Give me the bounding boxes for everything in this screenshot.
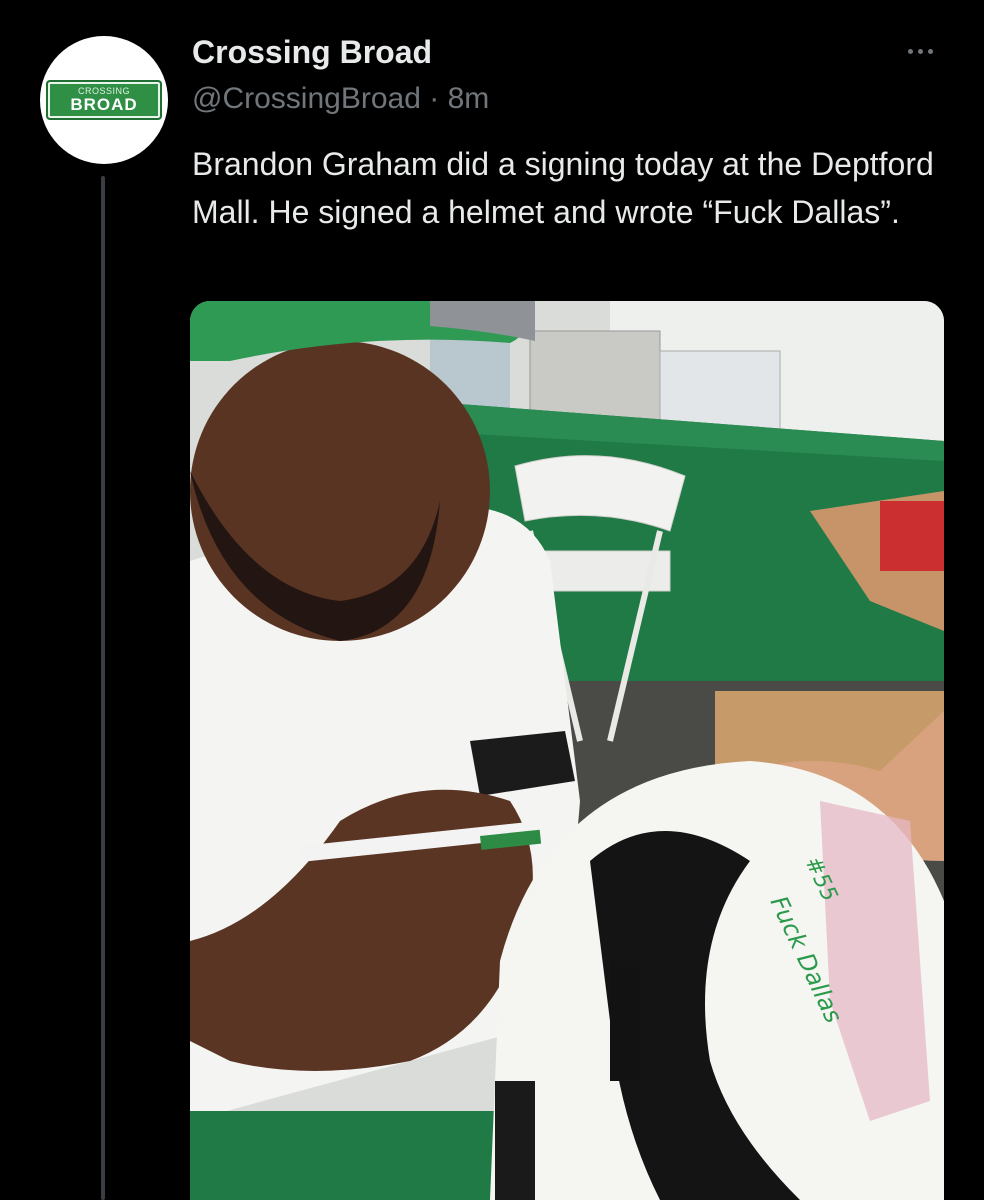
timestamp[interactable]: 8m — [448, 82, 490, 115]
crossing-broad-logo: CROSSING BROAD — [46, 80, 162, 120]
tweet-header: Crossing Broad — [192, 34, 432, 71]
display-name[interactable]: Crossing Broad — [192, 34, 432, 70]
more-horizontal-icon — [907, 48, 933, 54]
more-options-button[interactable] — [896, 36, 944, 66]
meta-separator: · — [429, 82, 440, 115]
tweet-photo[interactable]: Fuck Dallas #55 — [190, 301, 944, 1200]
logo-main-text: BROAD — [70, 95, 138, 114]
photo-illustration: Fuck Dallas #55 — [190, 301, 944, 1200]
handle[interactable]: @CrossingBroad — [192, 82, 421, 115]
avatar[interactable]: CROSSING BROAD — [40, 36, 168, 164]
tweet-text: Brandon Graham did a signing today at th… — [192, 146, 934, 230]
thread-line — [101, 176, 105, 1200]
tweet-meta: @CrossingBroad · 8m — [192, 82, 489, 116]
